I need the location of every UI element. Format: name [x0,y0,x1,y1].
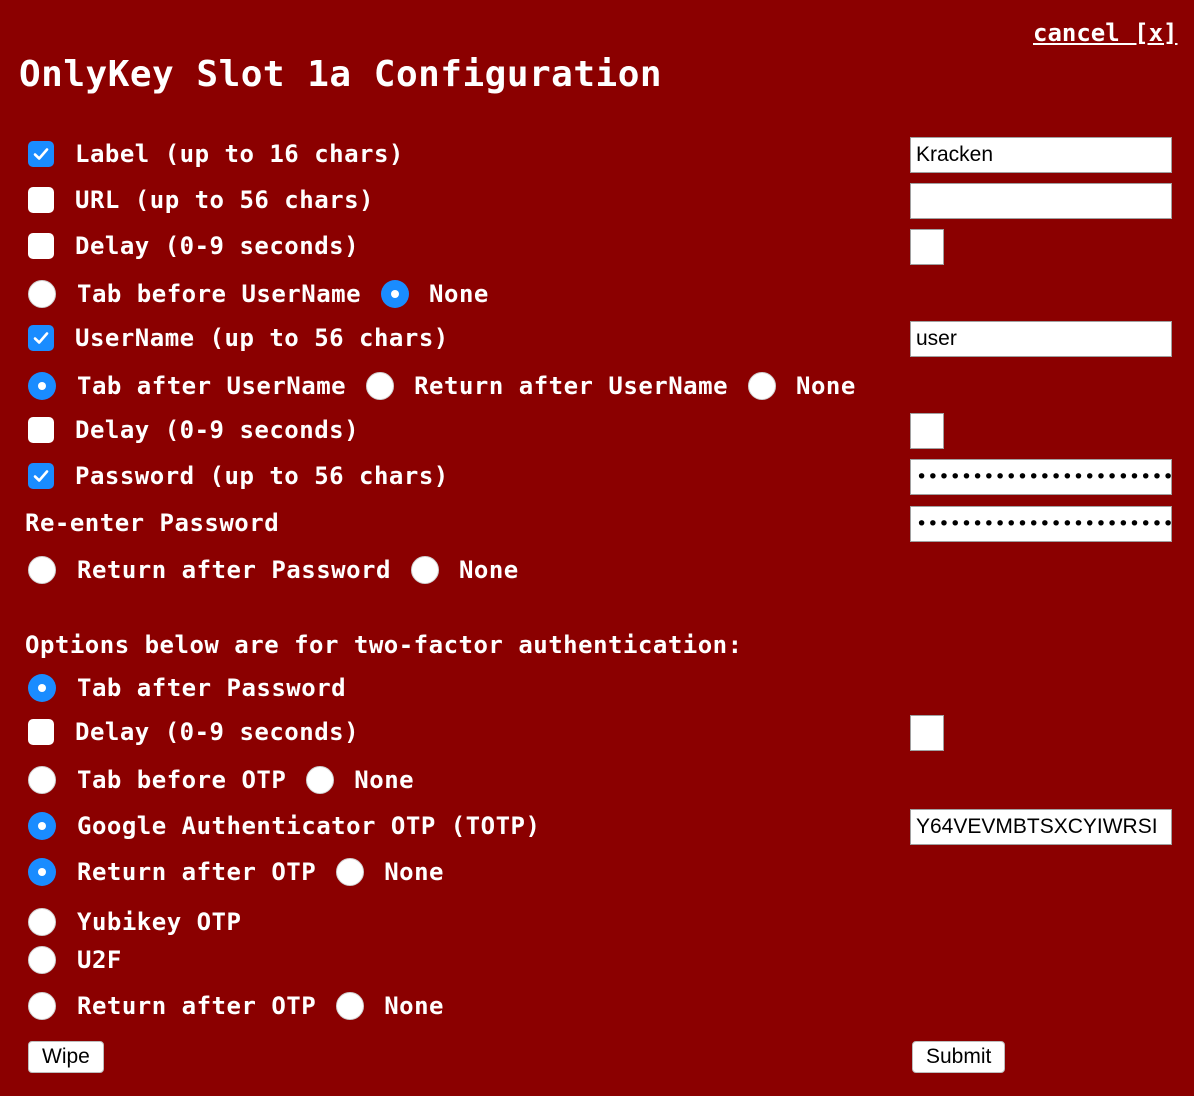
url-row: URL (up to 56 chars) [28,185,374,215]
tab-before-otp-label: Tab before OTP [77,766,287,794]
tab-before-otp-row: Tab before OTP None [28,765,414,795]
username-input[interactable]: user [910,321,1172,357]
username-label: UserName (up to 56 chars) [75,324,449,352]
u2f-row: U2F [28,945,122,975]
tab-before-username-none-label: None [429,280,489,308]
return-after-otp-radio-2[interactable] [28,992,56,1020]
tab-after-password-label: Tab after Password [77,674,347,702]
after-password-none-radio[interactable] [410,556,439,584]
return-after-otp-none-label-2: None [384,992,444,1020]
tab-before-otp-none-radio[interactable] [306,766,335,794]
label-checkbox[interactable] [28,141,54,167]
submit-button[interactable]: Submit [912,1041,1006,1073]
tab-before-otp-none-label: None [354,766,415,794]
tab-before-username-radio[interactable] [28,280,56,308]
return-after-otp-label-1: Return after OTP [77,858,317,886]
delay2-checkbox[interactable] [28,417,54,443]
wipe-button[interactable]: Wipe [28,1041,104,1073]
yubikey-row: Yubikey OTP [28,907,241,937]
reenter-password-input[interactable]: •••••••••••••••••••••••• [910,506,1172,542]
return-after-password-label: Return after Password [77,556,391,584]
delay3-label: Delay (0-9 seconds) [75,718,360,746]
return-after-username-radio[interactable] [366,372,395,400]
google-totp-label: Google Authenticator OTP (TOTP) [77,812,541,840]
password-checkbox[interactable] [28,463,54,489]
delay1-checkbox[interactable] [28,233,54,259]
tab-before-otp-radio[interactable] [28,766,56,794]
checkmark-icon [33,148,49,160]
return-after-otp-none-radio-1[interactable] [336,858,365,886]
url-label: URL (up to 56 chars) [75,186,374,214]
delay2-label: Delay (0-9 seconds) [75,416,360,444]
after-username-row: Tab after UserName Return after UserName… [28,371,856,401]
delay2-row: Delay (0-9 seconds) [28,415,359,445]
delay3-row: Delay (0-9 seconds) [28,717,359,747]
reenter-password-label: Re-enter Password [25,509,280,537]
after-password-row: Return after Password None [28,555,519,585]
return-after-otp-label-2: Return after OTP [77,992,317,1020]
delay1-input[interactable] [910,229,944,265]
password-label: Password (up to 56 chars) [75,462,449,490]
after-password-none-label: None [458,556,519,584]
return-after-password-radio[interactable] [28,556,56,584]
tab-before-username-row: Tab before UserName None [28,279,489,309]
label-input[interactable]: Kracken [910,137,1172,173]
page-title: OnlyKey Slot 1a Configuration [19,54,663,95]
after-username-none-label: None [796,372,856,400]
checkmark-icon [33,332,49,344]
tab-before-username-label: Tab before UserName [77,280,362,308]
delay3-input[interactable] [910,715,944,751]
password-input[interactable]: •••••••••••••••••••••••• [910,459,1172,495]
u2f-radio[interactable] [28,946,56,974]
username-row: UserName (up to 56 chars) [28,323,449,353]
return-after-otp-row-2: Return after OTP None [28,991,444,1021]
delay3-checkbox[interactable] [28,719,54,745]
tab-before-username-none-radio[interactable] [381,280,410,308]
url-input[interactable] [910,183,1172,219]
return-after-otp-none-radio-2[interactable] [336,992,365,1020]
u2f-label: U2F [77,946,122,974]
tab-after-password-row: Tab after Password [28,673,346,703]
username-checkbox[interactable] [28,325,54,351]
tab-after-username-radio[interactable] [28,372,56,400]
totp-secret-input[interactable]: Y64VEVMBTSXCYIWRSI [910,809,1172,845]
password-row: Password (up to 56 chars) [28,461,449,491]
after-username-none-radio[interactable] [748,372,777,400]
return-after-otp-row-1: Return after OTP None [28,857,444,887]
checkmark-icon [33,470,49,482]
return-after-otp-none-label-1: None [384,858,444,886]
tab-after-username-label: Tab after UserName [77,372,347,400]
label-row: Label (up to 16 chars) [28,139,404,169]
label-label: Label (up to 16 chars) [75,140,404,168]
google-totp-row: Google Authenticator OTP (TOTP) [28,811,540,841]
yubikey-radio[interactable] [28,908,56,936]
url-checkbox[interactable] [28,187,54,213]
delay2-input[interactable] [910,413,944,449]
google-totp-radio[interactable] [28,812,56,840]
tab-after-password-radio[interactable] [28,674,56,702]
return-after-username-label: Return after UserName [414,372,729,400]
delay1-label: Delay (0-9 seconds) [75,232,360,260]
delay1-row: Delay (0-9 seconds) [28,231,359,261]
return-after-otp-radio-1[interactable] [28,858,56,886]
cancel-link[interactable]: cancel [x] [1033,19,1178,47]
yubikey-label: Yubikey OTP [77,908,242,936]
twofactor-heading: Options below are for two-factor authent… [25,631,743,659]
